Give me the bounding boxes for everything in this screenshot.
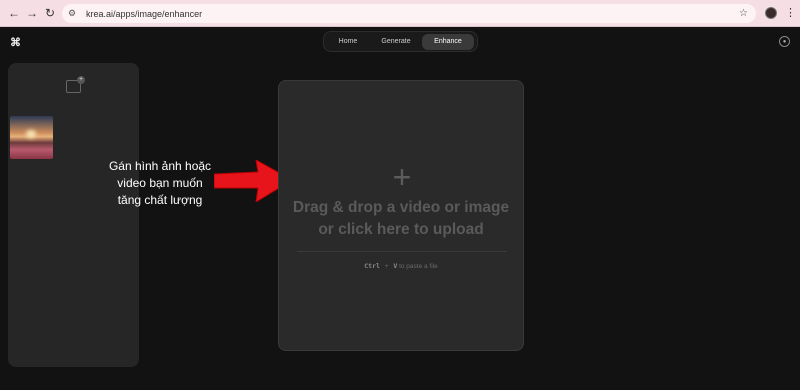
back-icon[interactable]: ← bbox=[6, 5, 22, 21]
browser-toolbar: ← → ↻ ⚙ krea.ai/apps/image/enhancer ☆ ⋮ bbox=[0, 0, 800, 27]
media-sidebar: + bbox=[8, 63, 139, 367]
annotation-line-2: video bạn muốn bbox=[117, 176, 203, 190]
url-text: krea.ai/apps/image/enhancer bbox=[86, 8, 203, 19]
add-image-icon[interactable]: + bbox=[66, 76, 85, 93]
paste-hint: Ctrl + V to paste a file bbox=[279, 262, 523, 270]
tab-generate[interactable]: Generate bbox=[370, 34, 422, 50]
account-icon[interactable]: ● bbox=[779, 36, 790, 47]
hint-plus: + bbox=[384, 263, 389, 270]
hint-key-ctrl: Ctrl bbox=[364, 262, 380, 270]
bookmark-star-icon[interactable]: ☆ bbox=[739, 8, 748, 19]
main-nav-tabs: Home Generate Enhance bbox=[323, 31, 478, 52]
dropzone-title: Drag & drop a video or image or click he… bbox=[292, 199, 510, 238]
tab-home[interactable]: Home bbox=[326, 34, 370, 50]
upload-plus-icon: + bbox=[392, 159, 412, 195]
address-bar[interactable]: ⚙ krea.ai/apps/image/enhancer ☆ bbox=[62, 4, 756, 23]
forward-icon[interactable]: → bbox=[24, 5, 40, 21]
reload-icon[interactable]: ↻ bbox=[42, 5, 58, 21]
site-settings-icon[interactable]: ⚙ bbox=[68, 8, 82, 19]
plus-badge-icon: + bbox=[77, 76, 85, 84]
profile-avatar[interactable] bbox=[765, 7, 777, 19]
browser-menu-icon[interactable]: ⋮ bbox=[785, 6, 796, 19]
image-thumbnail[interactable] bbox=[10, 116, 53, 159]
thumbnail-sun bbox=[26, 130, 36, 138]
annotation-line-3: tăng chất lượng bbox=[117, 193, 203, 207]
hint-text: to paste a file bbox=[399, 263, 438, 270]
krea-logo-icon[interactable]: ⌘ bbox=[10, 36, 21, 49]
tab-enhance[interactable]: Enhance bbox=[422, 33, 474, 50]
upload-dropzone[interactable]: + Drag & drop a video or image or click … bbox=[278, 80, 524, 351]
dropzone-divider bbox=[297, 251, 507, 252]
annotation-text: Gán hình ảnh hoặc video bạn muốn tăng ch… bbox=[95, 158, 225, 209]
annotation-line-1: Gán hình ảnh hoặc bbox=[108, 159, 212, 173]
hint-key-v: V bbox=[393, 262, 398, 270]
